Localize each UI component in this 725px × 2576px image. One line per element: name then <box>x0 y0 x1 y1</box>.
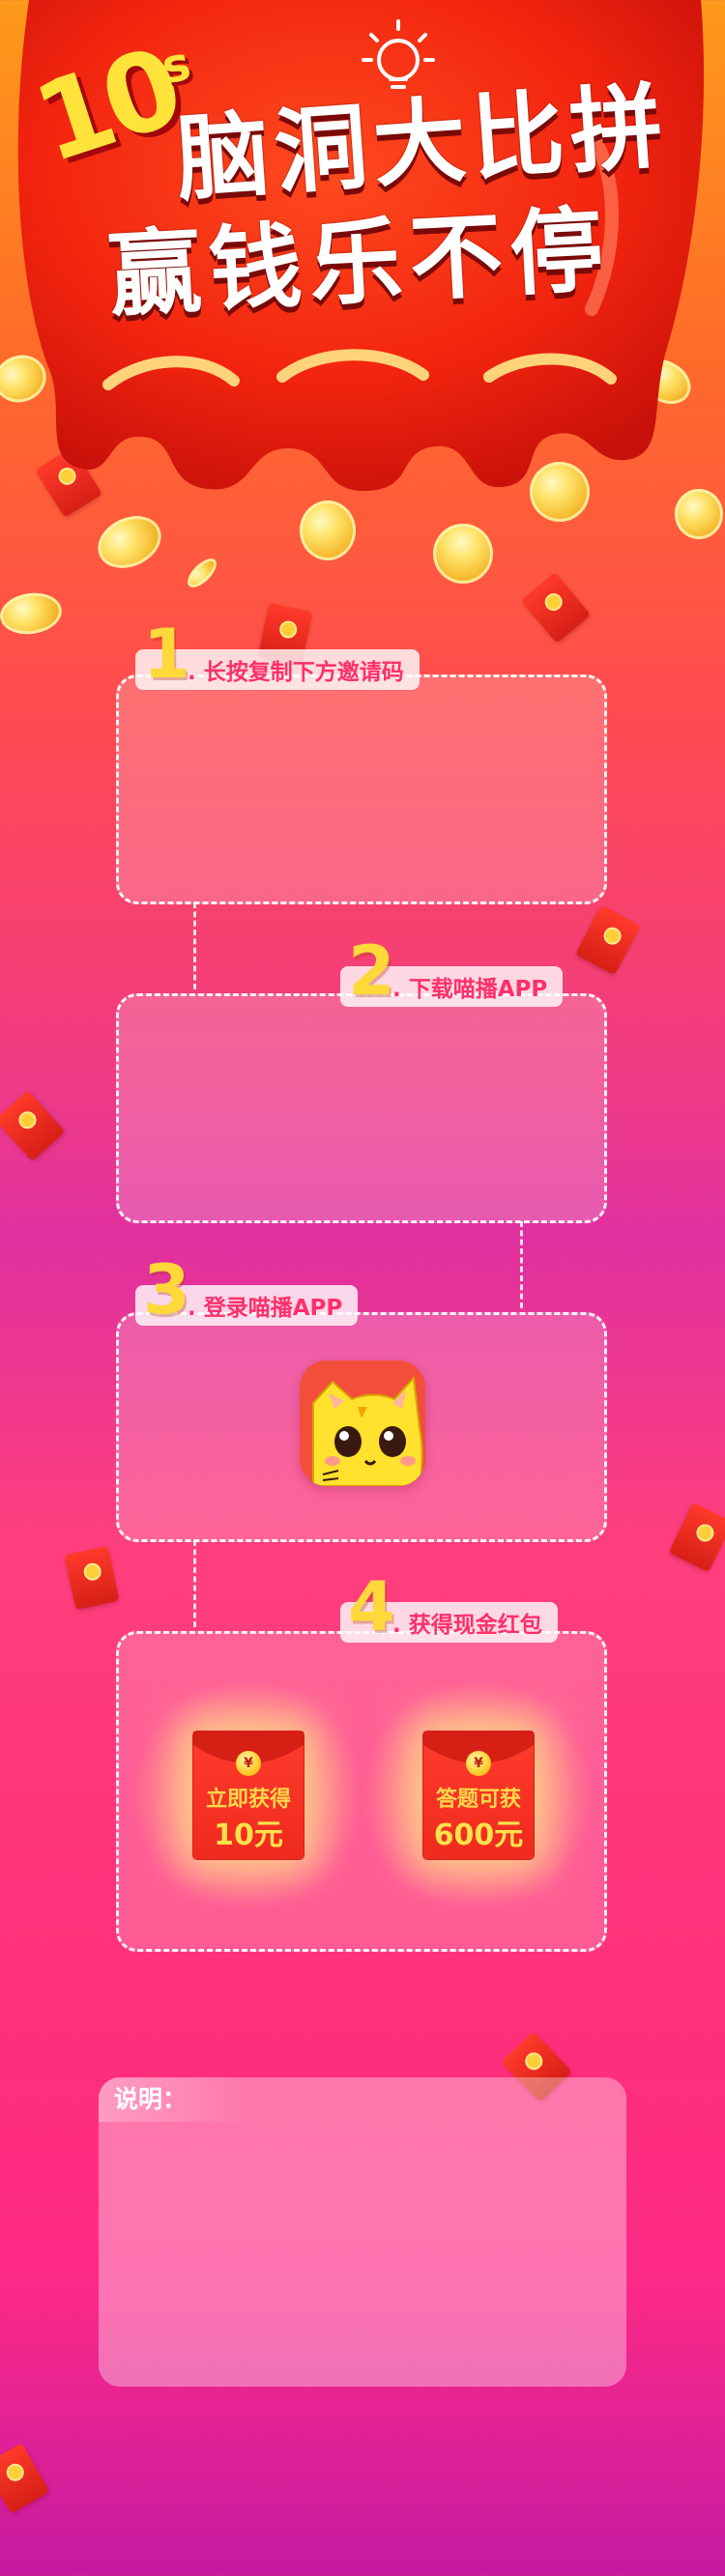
step-4-text: . 获得现金红包 <box>392 1613 542 1638</box>
red-packet-icon <box>0 2443 50 2514</box>
note-panel: 说明： <box>99 2077 626 2387</box>
hero-title-group: 10 s 脑洞大比拼 赢钱乐不停 <box>0 0 725 406</box>
step-connector <box>193 1540 196 1627</box>
yen-coin-icon: ¥ <box>236 1751 261 1776</box>
hero-banner: 10 s 脑洞大比拼 赢钱乐不停 <box>0 0 725 541</box>
note-title: 说明： <box>99 2077 253 2122</box>
headline-line-1: 脑洞大比拼 <box>172 72 673 215</box>
red-packet-icon <box>64 1545 120 1611</box>
yen-coin-icon: ¥ <box>466 1751 491 1776</box>
reward-packet-600[interactable]: ¥ 答题可获 600元 <box>423 1732 534 1859</box>
red-packet-icon <box>0 1090 66 1161</box>
cat-app-icon[interactable] <box>300 1360 425 1486</box>
reward-amount: 600元 <box>433 1818 524 1852</box>
step-connector <box>520 1221 523 1308</box>
reward-packet-10[interactable]: ¥ 立即获得 10元 <box>193 1732 304 1859</box>
step-2-label: 2 . 下载喵播APP <box>340 937 564 1007</box>
step-3-text: . 登录喵播APP <box>188 1296 343 1321</box>
step-4-label: 4 . 获得现金红包 <box>340 1573 558 1643</box>
step-3-label: 3 . 登录喵播APP <box>135 1256 359 1326</box>
step-2-box <box>116 993 607 1223</box>
step-4-number: 4 <box>348 1567 395 1646</box>
coin-icon <box>0 588 65 639</box>
red-packet-icon <box>668 1502 725 1573</box>
headline-line-2: 赢钱乐不停 <box>105 195 614 330</box>
red-packet-icon <box>520 572 592 644</box>
step-1-box <box>116 674 607 904</box>
step-connector <box>193 902 196 989</box>
step-1-number: 1 <box>143 615 190 694</box>
coin-icon <box>183 554 221 592</box>
reward-caption: 答题可获 <box>435 1788 521 1812</box>
red-packet-icon <box>575 904 641 976</box>
step-1-label: 1 . 长按复制下方邀请码 <box>135 620 420 690</box>
step-2-number: 2 <box>348 931 395 1011</box>
reward-caption: 立即获得 <box>205 1788 291 1812</box>
step-3-number: 3 <box>143 1250 190 1330</box>
step-1-text: . 长按复制下方邀请码 <box>188 660 404 685</box>
step-2-text: . 下载喵播APP <box>392 977 548 1002</box>
reward-amount: 10元 <box>214 1818 283 1852</box>
